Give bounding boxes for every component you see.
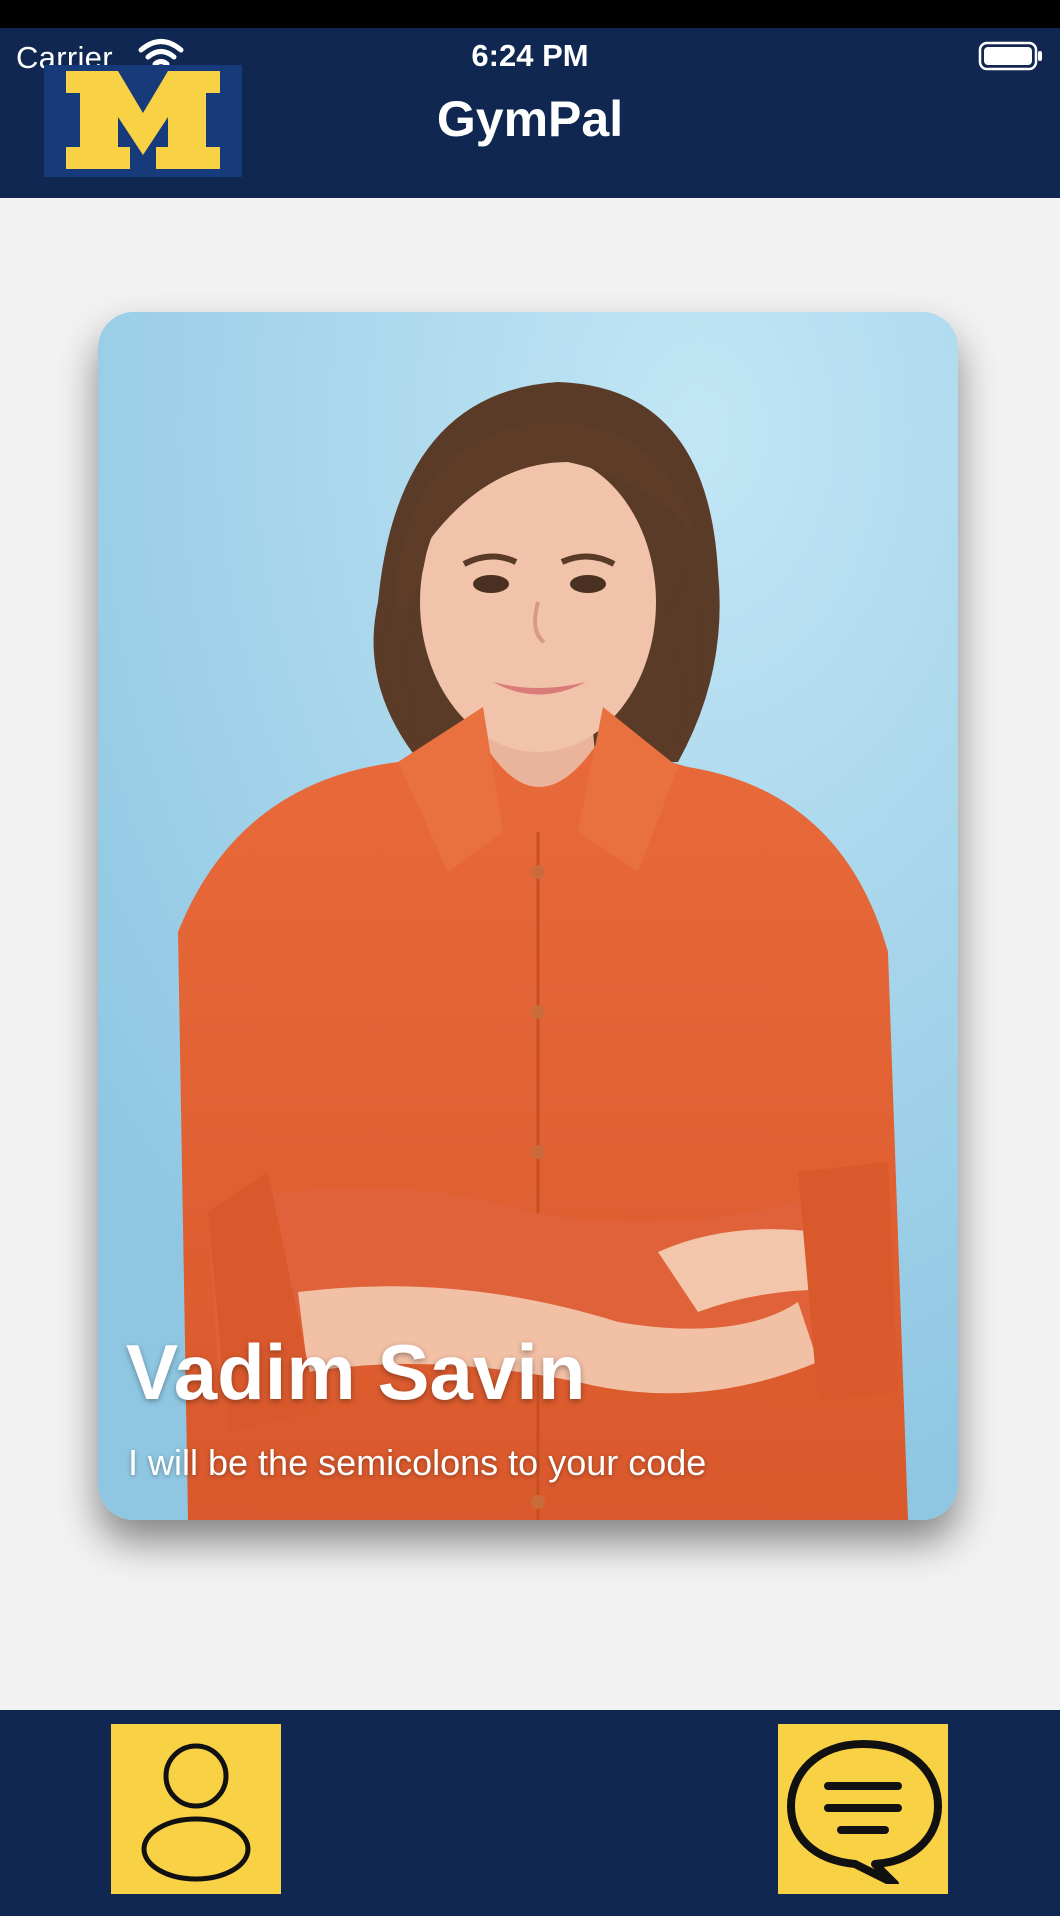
profile-card[interactable]: Vadim Savin I will be the semicolons to … <box>98 312 958 1520</box>
battery-icon <box>978 41 1042 71</box>
chat-icon <box>787 1740 942 1884</box>
profile-icon <box>141 1743 251 1882</box>
app-header: Carrier 6:24 PM GymPal <box>0 28 1060 198</box>
profile-bio: I will be the semicolons to your code <box>128 1442 707 1483</box>
chat-tab-button[interactable] <box>778 1724 948 1894</box>
profile-name: Vadim Savin <box>126 1328 586 1416</box>
app-title: GymPal <box>436 91 624 147</box>
bottom-tab-bar <box>0 1710 1060 1916</box>
profile-tab-button[interactable] <box>111 1724 281 1894</box>
status-bar-top <box>0 0 1060 28</box>
